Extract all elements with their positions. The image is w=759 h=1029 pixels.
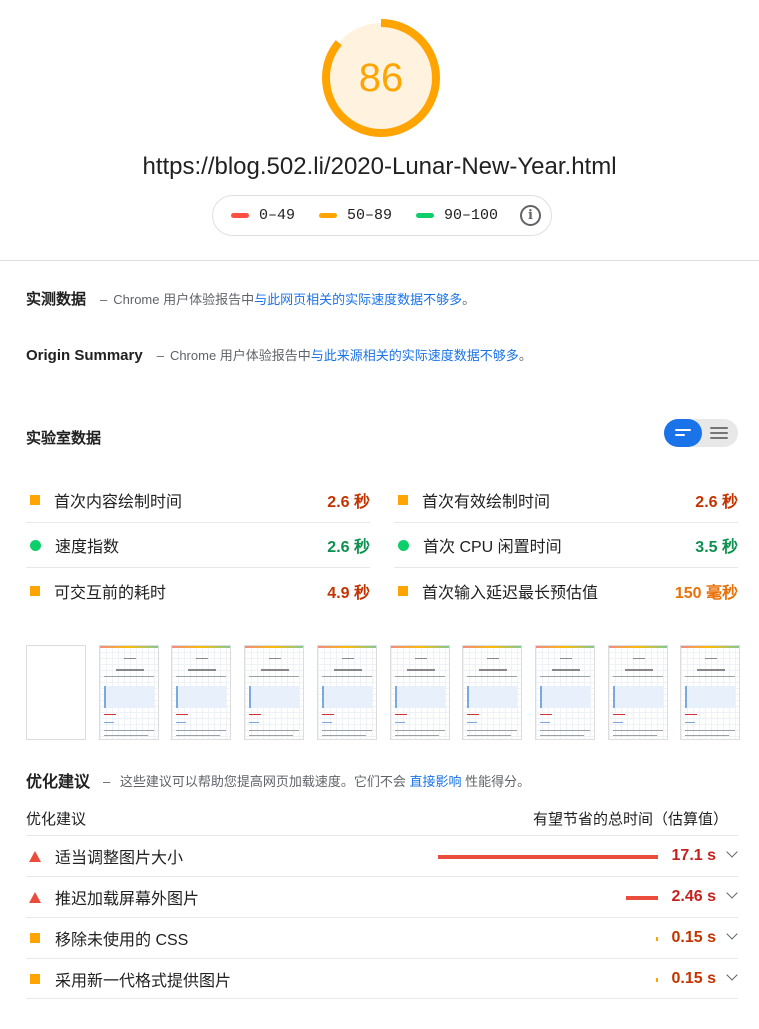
legend-label-pass: 90–100 [444,207,499,224]
opportunities-col-left: 优化建议 [26,811,87,828]
legend-swatch-pass [416,213,435,218]
field-data-dash: – [100,292,108,307]
pass-circle-icon [398,539,409,551]
savings-bar [656,937,658,941]
field-data-prefix: Chrome 用户体验报告中 [113,292,255,307]
average-square-icon [398,495,408,505]
average-square-icon [30,495,40,505]
opportunity-item[interactable]: 推迟加载屏幕外图片 2.46 s [26,876,738,917]
opportunity-label: 采用新一代格式提供图片 [55,972,232,990]
filmstrip-frame [244,645,305,740]
pass-circle-icon [30,539,41,551]
metric-speed-index: 速度指数 2.6 秒 [26,523,370,568]
filmstrip-frame [534,645,595,740]
metric-value: 2.6 秒 [327,494,370,511]
opportunities-description: – 这些建议可以帮助您提高网页加载速度。它们不会 直接影响 性能得分。 [103,771,530,790]
expanded-view-icon[interactable] [710,427,728,442]
filmstrip-frame [171,645,232,740]
opportunity-value: 0.15 s [671,929,716,946]
metric-value: 150 毫秒 [674,584,738,602]
savings-bar [438,855,658,859]
fail-triangle-icon [29,850,41,862]
origin-summary-title: Origin Summary [26,347,143,364]
filmstrip-frame [316,645,377,740]
metric-label: 首次 CPU 闲置时间 [423,539,562,556]
filmstrip [26,645,741,741]
metrics-view-toggle[interactable] [664,419,738,447]
opportunities-desc-suffix: 性能得分。 [465,774,531,789]
average-square-icon [30,933,40,943]
metric-first-cpu-idle: 首次 CPU 闲置时间 3.5 秒 [394,523,738,568]
opportunity-item[interactable]: 采用新一代格式提供图片 0.15 s [26,958,738,999]
origin-summary-prefix: Chrome 用户体验报告中 [169,348,311,363]
average-square-icon [398,585,408,596]
info-icon[interactable]: i [520,205,541,226]
filmstrip-frame [98,645,159,740]
legend-item-fail: 0–49 [231,207,295,224]
savings-bar [656,978,658,982]
legend-swatch-fail [231,213,249,218]
metric-label: 首次有效绘制时间 [422,494,551,511]
filmstrip-frame [680,645,741,740]
legend-label-average: 50–89 [347,207,393,224]
opportunity-value: 2.46 s [671,888,716,905]
compact-view-icon [675,429,691,439]
opportunity-value: 0.15 s [671,969,716,987]
field-data-title: 实测数据 [26,291,87,308]
metric-value: 2.6 秒 [327,539,370,556]
field-data-link[interactable]: 与此网页相关的实际速度数据不够多 [254,289,462,308]
origin-summary-dash: – [156,348,164,363]
performance-score-gauge: 86 [320,17,442,139]
opportunity-value: 17.1 s [671,847,716,864]
opportunities-header: 优化建议 有望节省的总时间（估算值） [26,808,738,829]
metric-value: 3.5 秒 [695,539,738,556]
metric-fcp: 首次内容绘制时间 2.6 秒 [26,478,370,523]
compact-view-button[interactable] [664,419,702,447]
fail-triangle-icon [29,891,41,903]
opportunities-desc-link[interactable]: 直接影响 [410,774,462,789]
opportunity-item[interactable]: 移除未使用的 CSS 0.15 s [26,917,738,958]
metric-tti: 可交互前的耗时 4.9 秒 [26,568,370,613]
metric-fmp: 首次有效绘制时间 2.6 秒 [394,478,738,523]
metric-label: 首次内容绘制时间 [54,494,183,511]
opportunities-list: 适当调整图片大小 17.1 s 推迟加载屏幕外图片 2.46 s 移除未使用的 … [26,835,738,999]
average-square-icon [30,973,40,984]
metric-value: 2.6 秒 [695,494,738,511]
performance-score: 86 [358,56,404,100]
filmstrip-frame [389,645,450,740]
filmstrip-frame [462,645,523,740]
legend-label-fail: 0–49 [259,207,296,224]
metrics-column-left: 首次内容绘制时间 2.6 秒 速度指数 2.6 秒 可交互前的耗时 4.9 秒 [26,478,370,613]
field-data-suffix: 。 [462,292,476,307]
divider [0,260,759,261]
origin-summary-link[interactable]: 与此来源相关的实际速度数据不够多 [311,345,519,364]
opportunities-title: 优化建议 [26,774,91,791]
filmstrip-frame [26,645,86,740]
metric-value: 4.9 秒 [327,584,370,602]
metric-max-fid: 首次输入延迟最长预估值 150 毫秒 [394,568,738,613]
legend-item-average: 50–89 [319,207,392,224]
origin-summary-row: Origin Summary – Chrome 用户体验报告中 与此来源相关的实… [26,345,532,364]
average-square-icon [30,585,40,596]
score-legend: 0–49 50–89 90–100 i [212,195,552,236]
field-data-row: 实测数据 – Chrome 用户体验报告中 与此网页相关的实际速度数据不够多 。 [26,288,475,309]
page-url: https://blog.502.li/2020-Lunar-New-Year.… [142,153,617,180]
legend-item-pass: 90–100 [416,207,498,224]
metrics-column-right: 首次有效绘制时间 2.6 秒 首次 CPU 闲置时间 3.5 秒 首次输入延迟最… [394,478,738,613]
opportunity-label: 移除未使用的 CSS [55,932,189,949]
lab-data-title: 实验室数据 [26,430,102,447]
savings-bar [626,896,658,900]
opportunities-dash: – [103,774,111,789]
opportunities-col-right: 有望节省的总时间（估算值） [532,811,728,828]
legend-swatch-average [319,213,338,218]
metric-label: 可交互前的耗时 [54,584,167,602]
opportunities-desc-prefix: 这些建议可以帮助您提高网页加载速度。它们不会 [119,774,406,789]
metric-label: 速度指数 [55,539,120,556]
origin-summary-suffix: 。 [518,348,532,363]
metric-label: 首次输入延迟最长预估值 [422,584,599,602]
opportunity-item[interactable]: 适当调整图片大小 17.1 s [26,835,738,876]
filmstrip-frame [607,645,668,740]
